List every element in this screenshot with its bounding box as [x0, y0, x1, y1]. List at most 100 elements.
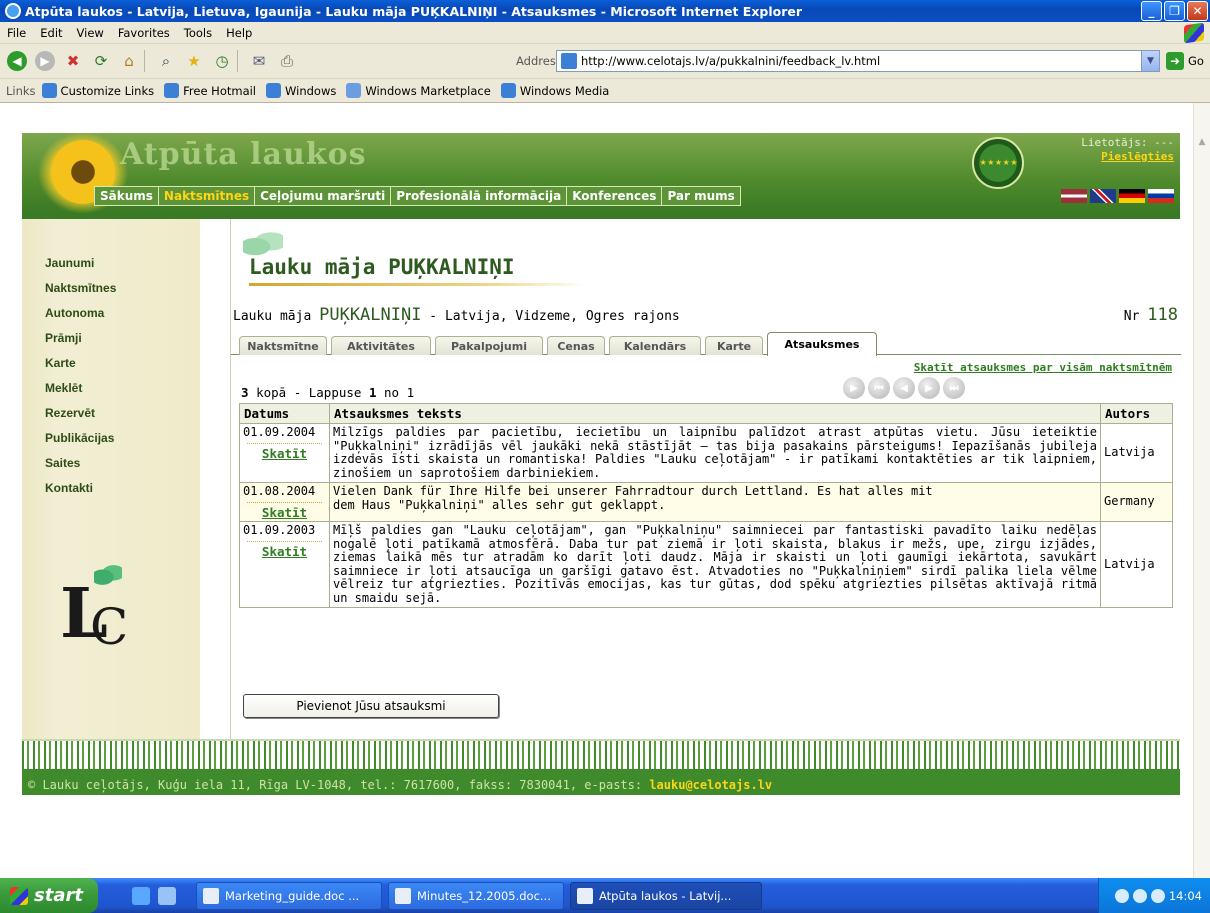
tab-cenas[interactable]: Cenas [547, 336, 605, 355]
lauku-celotajs-logo: L C [60, 564, 140, 659]
view-link[interactable]: Skatīt [243, 446, 326, 461]
menu-file[interactable]: File [0, 26, 33, 40]
taskbar-item-minutes[interactable]: Minutes_12.2005.doc... [388, 882, 564, 910]
link-label: Windows Marketplace [365, 83, 491, 98]
refresh-icon[interactable]: ⟳ [90, 50, 112, 72]
sidebar-item-saites[interactable]: Saites [45, 456, 80, 470]
screen: Atpūta laukos - Latvija, Lietuva, Igauni… [0, 0, 1210, 913]
windows-logo-icon [1184, 22, 1204, 44]
tab-naktsmitne[interactable]: Naktsmītne [239, 336, 327, 355]
main-nav: Sākums Naktsmītnes Ceļojumu maršruti Pro… [94, 186, 741, 206]
link-free-hotmail[interactable]: Free Hotmail [164, 83, 256, 98]
link-windows-media[interactable]: Windows Media [500, 83, 609, 98]
scroll-up-icon[interactable]: ▲ [1194, 137, 1210, 153]
latvian-flag-icon[interactable] [1061, 189, 1087, 203]
favorites-star-icon[interactable]: ★ [183, 50, 205, 72]
go-button[interactable]: ➜ Go [1166, 52, 1204, 70]
pager-play-icon[interactable]: ▶ [843, 377, 865, 399]
minimize-button[interactable]: _ [1141, 1, 1162, 21]
sidebar-item-autonoma[interactable]: Autonoma [45, 306, 104, 320]
address-bar[interactable]: http://www.celotajs.lv/a/pukkalnini/feed… [556, 50, 1160, 72]
menu-help[interactable]: Help [219, 26, 259, 40]
forward-button[interactable]: ▶ [34, 50, 56, 72]
toolbar: ◀ ▶ ✖ ⟳ ⌂ ⌕ ★ ◷ ✉ ⎙ Address http://www.c… [0, 44, 1210, 79]
dotted-divider [247, 540, 322, 543]
address-url[interactable]: http://www.celotajs.lv/a/pukkalnini/feed… [581, 54, 880, 68]
print-icon[interactable]: ⎙ [276, 50, 298, 72]
back-button[interactable]: ◀ [6, 50, 28, 72]
footer-email-link[interactable]: lauku@celotajs.lv [649, 778, 772, 792]
site-logo[interactable]: Atpūta laukos [120, 137, 366, 172]
column-header-text: Atsauksmes teksts [329, 403, 1101, 424]
stop-icon[interactable]: ✖ [62, 50, 84, 72]
link-windows[interactable]: Windows [266, 83, 336, 98]
sidebar-item-karte[interactable]: Karte [45, 356, 76, 370]
search-icon[interactable]: ⌕ [155, 50, 177, 72]
network-tray-icon[interactable] [1114, 888, 1129, 903]
menu-tools[interactable]: Tools [177, 26, 219, 40]
site-banner: Atpūta laukos Sākums Naktsmītnes Ceļojum… [22, 133, 1180, 213]
link-customize-links[interactable]: Customize Links [41, 83, 155, 98]
menu-favorites[interactable]: Favorites [111, 26, 177, 40]
sidebar-item-rezervet[interactable]: Rezervēt [45, 406, 95, 420]
sidebar-item-jaunumi[interactable]: Jaunumi [45, 256, 94, 270]
link-label: Customize Links [60, 83, 155, 98]
maximize-button[interactable]: ❐ [1164, 1, 1185, 21]
taskbar-item-marketing-guide[interactable]: Marketing_guide.doc ... [196, 882, 382, 910]
vertical-scrollbar[interactable]: ▲ [1193, 103, 1210, 878]
mail-icon[interactable]: ✉ [248, 50, 270, 72]
english-flag-icon[interactable] [1090, 189, 1116, 203]
pager-first-icon[interactable]: ⏮ [868, 377, 890, 399]
nav-konferences[interactable]: Konferences [567, 187, 663, 205]
ie-page-icon [164, 83, 180, 98]
close-button[interactable]: ✕ [1187, 1, 1208, 21]
nav-celojumu-marsruti[interactable]: Ceļojumu maršruti [255, 187, 392, 205]
german-flag-icon[interactable] [1119, 189, 1145, 203]
number-value: 118 [1147, 305, 1178, 325]
home-icon[interactable]: ⌂ [118, 50, 140, 72]
window-title: Atpūta laukos - Latvija, Lietuva, Igauni… [25, 3, 803, 19]
pager-last-icon[interactable]: ⏭ [943, 377, 965, 399]
view-link[interactable]: Skatīt [243, 544, 326, 559]
pager-prev-icon[interactable]: ◀ [893, 377, 915, 399]
tab-kalendars[interactable]: Kalendārs [609, 336, 701, 355]
start-label: start [34, 885, 83, 906]
feedback-table: Datums Atsauksmes teksts Autors 01.09.20… [239, 403, 1173, 608]
sidebar-item-meklet[interactable]: Meklēt [45, 381, 82, 395]
house-number: Nr 118 [1124, 305, 1178, 325]
menu-view[interactable]: View [70, 26, 111, 40]
sidebar-item-publikacijas[interactable]: Publikācijas [45, 431, 114, 445]
task-label: Minutes_12.2005.doc... [417, 889, 551, 903]
nav-profesionala-informacija[interactable]: Profesionālā informācija [391, 187, 568, 205]
link-windows-marketplace[interactable]: Windows Marketplace [346, 83, 491, 98]
pager-next-icon[interactable]: ▶ [918, 377, 940, 399]
page-viewport: Atpūta laukos Sākums Naktsmītnes Ceļojum… [0, 103, 1193, 878]
history-icon[interactable]: ◷ [211, 50, 233, 72]
messenger-quicklaunch-icon[interactable] [158, 887, 176, 905]
login-link[interactable]: Pieslēgties [1101, 150, 1174, 163]
start-button[interactable]: start [0, 878, 98, 913]
russian-flag-icon[interactable] [1148, 189, 1174, 203]
tab-atsauksmes[interactable]: Atsauksmes [767, 332, 877, 356]
volume-tray-icon[interactable] [1150, 888, 1165, 903]
taskbar-item-browser[interactable]: Atpūta laukos - Latvij... [570, 882, 762, 910]
tab-pakalpojumi[interactable]: Pakalpojumi [435, 336, 543, 355]
all-feedback-link[interactable]: Skatīt atsauksmes par visām naktsmītnēm [914, 361, 1172, 374]
security-tray-icon[interactable] [1132, 888, 1147, 903]
view-link[interactable]: Skatīt [243, 505, 326, 520]
tab-karte[interactable]: Karte [705, 336, 763, 355]
count-suffix: kopā - Lappuse [256, 385, 362, 400]
sidebar-item-kontakti[interactable]: Kontakti [45, 481, 93, 495]
nav-sakums[interactable]: Sākums [95, 187, 159, 205]
nav-naktsmitnes[interactable]: Naktsmītnes [159, 187, 256, 205]
address-dropdown-icon[interactable]: ▼ [1141, 51, 1159, 71]
menu-edit[interactable]: Edit [33, 26, 69, 40]
sidebar-item-pramji[interactable]: Prāmji [45, 331, 82, 345]
sidebar-item-naktsmitnes[interactable]: Naktsmītnes [45, 281, 116, 295]
tab-aktivitates[interactable]: Aktivitātes [331, 336, 431, 355]
table-row: 01.09.2003 Skatīt Mīļš paldies gan "Lauk… [239, 521, 1173, 608]
link-label: Windows [285, 83, 337, 98]
add-feedback-button[interactable]: Pievienot Jūsu atsauksmi [243, 694, 499, 718]
ie-quicklaunch-icon[interactable] [132, 887, 150, 905]
nav-par-mums[interactable]: Par mums [662, 187, 739, 205]
